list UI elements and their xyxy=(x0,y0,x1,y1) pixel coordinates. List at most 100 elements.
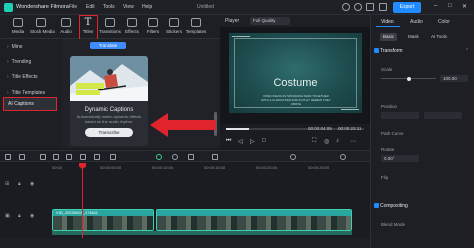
layout-grid-icon[interactable] xyxy=(5,154,11,160)
chevron-right-icon: › xyxy=(7,44,9,50)
menu-file[interactable]: File xyxy=(69,4,77,10)
position-y-field[interactable] xyxy=(424,112,462,119)
scale-field[interactable]: 100.00 xyxy=(440,75,468,82)
subtab-ai-tools[interactable]: AI Tools xyxy=(431,33,447,41)
tab-audio[interactable]: Audio xyxy=(55,18,77,34)
clip-thumbnails xyxy=(157,216,351,230)
marker-icon[interactable] xyxy=(172,154,178,160)
left-nav: › Mine › Trending › Title Effects › Title Te… xyxy=(0,39,62,148)
filters-icon xyxy=(148,18,158,27)
tab-templates[interactable]: Templates xyxy=(185,18,207,34)
timeline-ruler[interactable]: 00:00 00:00:05:00 00:00:10:00 00:00:15:0… xyxy=(0,163,370,173)
text-icon[interactable] xyxy=(110,154,116,160)
rotate-label: Rotate xyxy=(381,147,395,152)
tab-media[interactable]: Media xyxy=(7,18,29,34)
video-clip[interactable] xyxy=(156,209,352,231)
eye-icon[interactable]: ◉ xyxy=(30,181,34,187)
select-tool-icon[interactable] xyxy=(19,154,25,160)
nav-item-mine[interactable]: › Mine xyxy=(7,44,23,50)
add-track-icon[interactable]: ⊞ xyxy=(5,181,9,187)
menu-tools[interactable]: Tools xyxy=(103,4,115,10)
download-icon[interactable] xyxy=(366,3,374,11)
nav-item-title-templates[interactable]: › Title Templates xyxy=(7,90,45,96)
section-transform[interactable]: Transform xyxy=(380,48,403,54)
chevron-right-icon: › xyxy=(7,74,9,80)
crop-icon[interactable] xyxy=(94,154,100,160)
quality-select[interactable]: Full Quality xyxy=(250,17,290,25)
flip-label: Flip xyxy=(381,175,389,180)
play-icon[interactable]: ▷ xyxy=(250,138,255,145)
menu-help[interactable]: Help xyxy=(142,4,152,10)
subtab-basic[interactable]: Basic xyxy=(380,33,398,41)
menu-view[interactable]: View xyxy=(123,4,134,10)
app-title: Wondershare Filmora xyxy=(16,4,69,10)
volume-icon[interactable]: ♪ xyxy=(336,138,339,144)
minimize-icon[interactable]: – xyxy=(434,3,437,9)
ai-icon[interactable] xyxy=(156,154,162,160)
zoom-in-icon[interactable] xyxy=(340,154,346,160)
menu-edit[interactable]: Edit xyxy=(86,4,95,10)
tab-filters[interactable]: Filters xyxy=(142,18,164,34)
scale-slider-knob[interactable] xyxy=(407,76,411,81)
snapshot-icon[interactable]: ◎ xyxy=(324,138,329,145)
progress-fill xyxy=(226,128,250,130)
close-icon[interactable]: ✕ xyxy=(462,3,467,10)
snap-icon[interactable] xyxy=(212,154,218,160)
maximize-icon[interactable]: □ xyxy=(448,3,452,9)
prev-frame-icon[interactable]: ⏮ xyxy=(226,138,231,145)
audio-waveform[interactable] xyxy=(52,231,352,235)
scale-slider[interactable] xyxy=(381,76,436,81)
position-x-field[interactable] xyxy=(381,112,419,119)
eye-icon[interactable]: ◉ xyxy=(30,213,34,219)
fullscreen-icon[interactable]: ⛶ xyxy=(312,138,316,145)
ruler-tick: 00:00:25:00 xyxy=(308,165,330,170)
media-toolbar: Media Stock Media Audio T Titles Transiti… xyxy=(0,15,220,39)
cut-icon[interactable] xyxy=(80,154,86,160)
position-label: Position xyxy=(381,104,398,109)
tab-video[interactable]: Video xyxy=(381,19,394,25)
playhead[interactable] xyxy=(82,163,83,238)
transform-toggle[interactable] xyxy=(374,48,379,53)
filmora-logo-icon xyxy=(4,3,13,12)
tab-stickers[interactable]: Stickers xyxy=(163,18,185,34)
skier-thumbnail xyxy=(70,56,148,101)
video-preview[interactable]: Costume OPEN IDEAS AS SPANDANA MAIN TOGE… xyxy=(229,33,362,113)
undo-icon[interactable] xyxy=(40,154,46,160)
compositing-toggle[interactable] xyxy=(374,203,379,208)
effects-icon xyxy=(127,18,137,27)
stickers-icon xyxy=(169,18,179,27)
chevron-up-icon[interactable]: ⌃ xyxy=(465,48,469,54)
account-icon[interactable] xyxy=(342,3,350,11)
section-compositing[interactable]: Compositing xyxy=(380,203,408,209)
rotate-field[interactable]: 0.00° xyxy=(381,155,419,162)
mic-icon[interactable] xyxy=(188,154,194,160)
redo-icon[interactable] xyxy=(53,154,59,160)
tab-transitions[interactable]: Transitions xyxy=(99,18,121,34)
tab-effects[interactable]: Effects xyxy=(121,18,143,34)
nav-item-ai-captions[interactable]: AI Captions xyxy=(3,97,57,111)
step-back-icon[interactable]: ◁ xyxy=(238,138,243,145)
export-button[interactable]: Export xyxy=(393,2,421,13)
chevron-right-icon: › xyxy=(7,59,9,65)
lock-icon[interactable]: 🔒︎ xyxy=(18,213,21,219)
subtab-mask[interactable]: Mask xyxy=(408,33,419,41)
lock-icon[interactable]: 🔒︎ xyxy=(18,181,21,187)
tab-stock-media[interactable]: Stock Media xyxy=(30,18,55,34)
video-clip[interactable]: VID_20230925_174611 xyxy=(52,209,154,231)
time-current: 00:00:04:09 xyxy=(308,126,332,131)
notification-icon[interactable] xyxy=(354,3,362,11)
more-icon[interactable]: ⋯ xyxy=(350,138,356,145)
dynamic-captions-card: Dynamic Captions Automatically match dyn… xyxy=(70,56,148,146)
nav-item-trending[interactable]: › Trending xyxy=(7,59,31,65)
tab-audio-props[interactable]: Audio xyxy=(410,19,423,25)
delete-icon[interactable] xyxy=(66,154,72,160)
stop-icon[interactable]: □ xyxy=(262,138,266,144)
path-curve-label: Path Curve xyxy=(381,131,404,136)
transcribe-button[interactable]: Transcribe xyxy=(85,128,133,137)
translate-button[interactable]: Translate xyxy=(90,42,126,49)
layout-icon[interactable] xyxy=(379,3,387,11)
status-bar xyxy=(0,238,370,248)
zoom-out-icon[interactable] xyxy=(290,154,296,160)
tab-color[interactable]: Color xyxy=(438,19,450,25)
nav-item-title-effects[interactable]: › Title Effects xyxy=(7,74,38,80)
